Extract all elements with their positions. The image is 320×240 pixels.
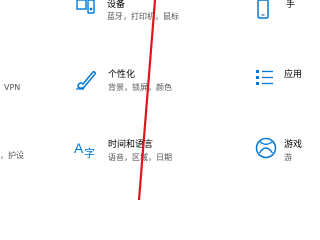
- personalization-icon: [75, 68, 97, 90]
- tile-description: VPN: [4, 83, 21, 92]
- settings-tile-apps[interactable]: 应用: [250, 65, 303, 100]
- phone-icon: [256, 0, 270, 20]
- tile-description: 游: [284, 153, 292, 162]
- tile-description: 背景，锁屏，颜色: [108, 83, 172, 92]
- tile-title: 游戏: [284, 140, 303, 150]
- settings-tile-personalization[interactable]: 个性化 背景，锁屏，颜色: [70, 65, 180, 100]
- svg-text:字: 字: [84, 146, 95, 160]
- settings-tile-phone[interactable]: 手: [250, 0, 300, 30]
- settings-tile-time-language[interactable]: A 字 时间和语言 语音，区域，日期: [70, 135, 180, 170]
- devices-icon: [76, 0, 96, 16]
- tile-description: ，护设: [0, 151, 24, 160]
- settings-tile-devices[interactable]: 设备 蓝牙，打印机，鼠标: [70, 0, 179, 30]
- settings-tile-gaming[interactable]: 游戏 游: [250, 135, 303, 170]
- settings-tile-privacy[interactable]: ，护设: [0, 140, 40, 170]
- tile-description: 蓝牙，打印机，鼠标: [107, 12, 179, 21]
- tile-title: 个性化: [108, 70, 136, 80]
- svg-text:A: A: [74, 140, 84, 156]
- tile-description: 语音，区域，日期: [108, 153, 172, 162]
- xbox-icon: [255, 137, 277, 159]
- tile-title: 手: [286, 0, 296, 10]
- settings-tile-network[interactable]: VPN: [0, 72, 40, 102]
- time-language-icon: A 字: [74, 138, 98, 160]
- tile-title: 时间和语言: [108, 140, 154, 150]
- tile-title: 应用: [284, 70, 303, 80]
- annotation-red-line: [137, 0, 157, 200]
- tile-title: 设备: [107, 0, 126, 10]
- apps-icon: [255, 68, 275, 88]
